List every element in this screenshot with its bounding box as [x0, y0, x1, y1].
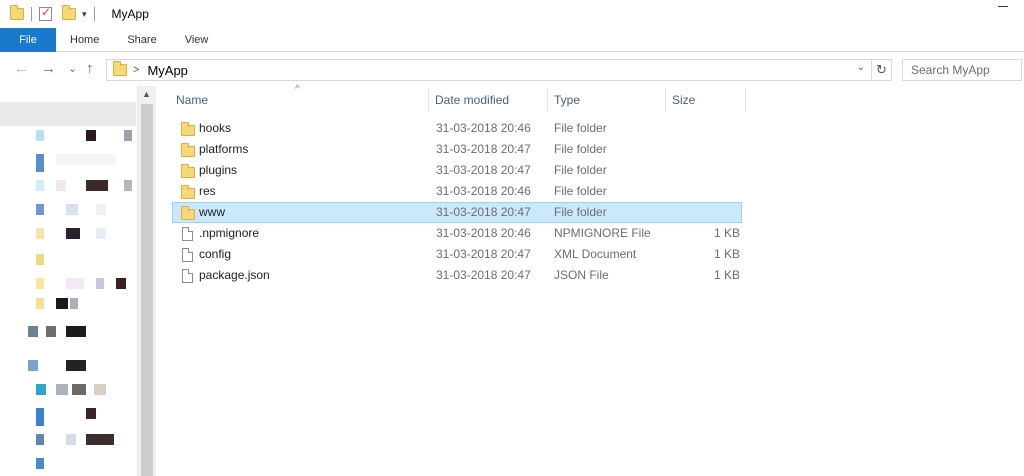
file-size: 1 KB: [713, 247, 740, 261]
file-name: res: [199, 184, 216, 198]
file-type: File folder: [554, 205, 607, 219]
file-name: hooks: [199, 121, 232, 135]
column-header-type[interactable]: Type: [548, 86, 666, 114]
sort-indicator-icon: ^: [295, 84, 300, 95]
file-name: config: [199, 247, 232, 261]
file-size: [673, 182, 740, 201]
address-bar[interactable]: > MyApp ⌄ ↻: [106, 59, 892, 81]
tab-share[interactable]: Share: [113, 28, 170, 52]
refresh-icon: ↻: [876, 62, 887, 77]
folder-icon: [10, 5, 24, 20]
new-folder-icon[interactable]: [62, 5, 76, 20]
file-row-config[interactable]: config 31-03-2018 20:47 XML Document 1 K…: [172, 244, 742, 265]
forward-button[interactable]: →: [41, 60, 56, 77]
file-size: [673, 119, 740, 138]
search-input[interactable]: Search MyApp: [902, 59, 1022, 81]
file-name: .npmignore: [199, 226, 260, 240]
folder-icon: [181, 164, 195, 178]
column-header-size[interactable]: Size: [666, 86, 746, 114]
toolbar-divider: [93, 7, 95, 21]
navigation-scrollbar[interactable]: ▲: [137, 86, 156, 476]
tab-file[interactable]: File: [0, 28, 56, 52]
quick-access-toolbar: ▾: [0, 0, 102, 28]
folder-icon: [113, 61, 127, 76]
file-type: File folder: [554, 142, 607, 156]
file-name: package.json: [199, 268, 270, 282]
file-row-res[interactable]: res 31-03-2018 20:46 File folder: [172, 181, 742, 202]
file-type: JSON File: [554, 268, 609, 282]
minimize-button[interactable]: [998, 6, 1008, 7]
column-header-date[interactable]: Date modified: [429, 86, 547, 114]
file-type: NPMIGNORE File: [554, 226, 651, 240]
file-date: 31-03-2018 20:47: [436, 205, 531, 219]
toolbar-divider: [31, 7, 32, 21]
file-date: 31-03-2018 20:46: [436, 121, 531, 135]
file-row-plugins[interactable]: plugins 31-03-2018 20:47 File folder: [172, 160, 742, 181]
file-size: [673, 203, 740, 222]
column-divider[interactable]: [745, 88, 746, 112]
back-button[interactable]: ←: [14, 60, 29, 77]
file-size: 1 KB: [713, 226, 740, 240]
breadcrumb-separator[interactable]: >: [133, 64, 139, 76]
file-row-package-json[interactable]: package.json 31-03-2018 20:47 JSON File …: [172, 265, 742, 286]
file-icon: [182, 269, 193, 283]
file-icon: [182, 227, 193, 241]
file-name: plugins: [199, 163, 238, 177]
column-header-row: Name ^ Date modified Type Size: [160, 84, 760, 114]
nav-item[interactable]: [0, 102, 136, 126]
folder-icon: [181, 122, 195, 136]
tab-home[interactable]: Home: [56, 28, 113, 52]
file-name: platforms: [199, 142, 249, 156]
file-type: File folder: [554, 163, 607, 177]
address-row: ← → ⌄ ↑ > MyApp ⌄ ↻ Search MyApp: [0, 56, 1024, 84]
file-date: 31-03-2018 20:46: [436, 184, 531, 198]
customize-toolbar-dropdown[interactable]: ▾: [82, 9, 87, 20]
refresh-button[interactable]: ↻: [871, 60, 891, 80]
file-list: Name ^ Date modified Type Size hooks 31-…: [160, 84, 1024, 476]
ribbon-tabs: File Home Share View: [0, 28, 1024, 52]
file-size: [673, 161, 740, 180]
file-date: 31-03-2018 20:47: [436, 163, 531, 177]
file-row-www[interactable]: www 31-03-2018 20:47 File folder: [172, 202, 742, 223]
tab-view[interactable]: View: [171, 28, 223, 52]
folder-icon: [181, 206, 195, 220]
file-date: 31-03-2018 20:47: [436, 247, 531, 261]
file-type: File folder: [554, 184, 607, 198]
address-dropdown[interactable]: ⌄: [857, 62, 865, 73]
up-button[interactable]: ↑: [86, 60, 94, 77]
file-name: www: [199, 205, 225, 219]
file-date: 31-03-2018 20:47: [436, 142, 531, 156]
navigation-pane[interactable]: ▲: [0, 86, 156, 476]
file-size: 1 KB: [713, 268, 740, 282]
properties-icon[interactable]: [39, 5, 52, 21]
file-row-hooks[interactable]: hooks 31-03-2018 20:46 File folder: [172, 118, 742, 139]
file-icon: [182, 248, 193, 262]
file-row-platforms[interactable]: platforms 31-03-2018 20:47 File folder: [172, 139, 742, 160]
file-date: 31-03-2018 20:46: [436, 226, 531, 240]
file-type: XML Document: [554, 247, 637, 261]
scrollbar-thumb[interactable]: [141, 104, 153, 476]
file-type: File folder: [554, 121, 607, 135]
title-bar: ▾ MyApp: [0, 0, 1024, 28]
window-title: MyApp: [111, 7, 149, 21]
breadcrumb-myapp[interactable]: MyApp: [147, 63, 187, 78]
folder-icon: [181, 185, 195, 199]
file-date: 31-03-2018 20:47: [436, 268, 531, 282]
file-row-npmignore[interactable]: .npmignore 31-03-2018 20:46 NPMIGNORE Fi…: [172, 223, 742, 244]
recent-locations-dropdown[interactable]: ⌄: [68, 62, 77, 75]
file-size: [673, 140, 740, 159]
folder-icon: [181, 143, 195, 157]
scroll-up-icon[interactable]: ▲: [142, 89, 151, 99]
